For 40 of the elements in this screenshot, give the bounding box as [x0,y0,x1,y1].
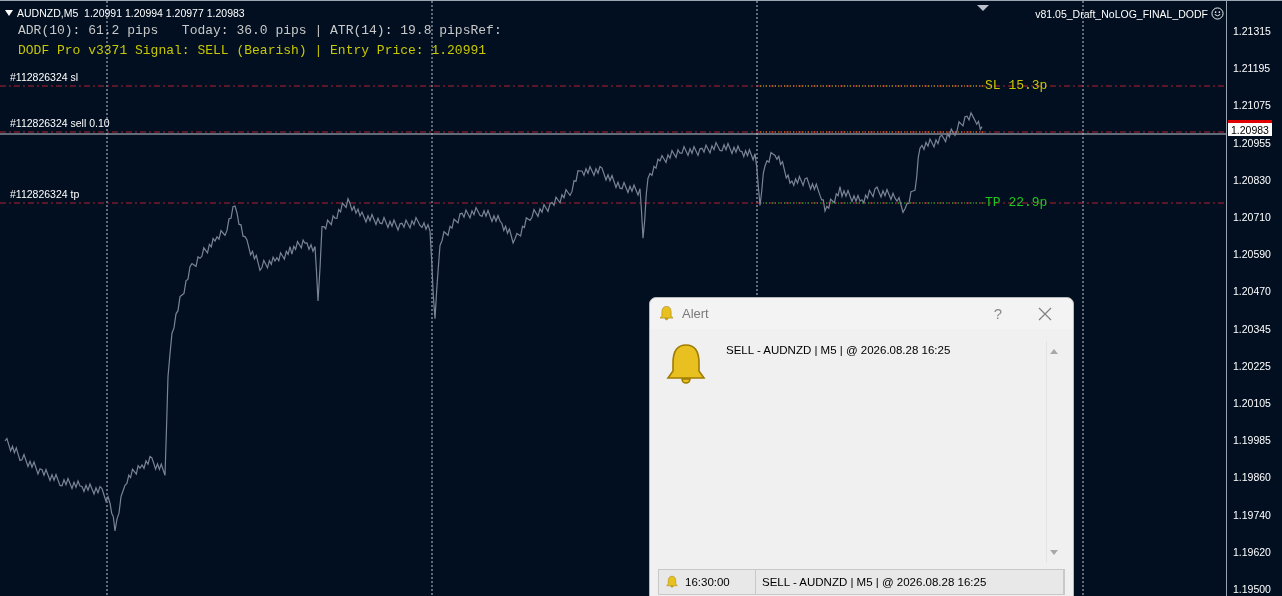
price-label: 1.20955 [1233,136,1271,149]
price-label: 1.20830 [1233,173,1271,186]
price-label: 1.20710 [1233,211,1271,223]
dropdown-caret-icon[interactable] [5,10,13,16]
price-label: 1.19985 [1233,434,1271,447]
price-label: 1.19860 [1233,471,1271,484]
indicator-text: ADR(10): 61.2 pips Today: 36.0 pips | ATR(14): 19.8 pipsRef: [17,22,503,40]
scrollbar[interactable] [1046,341,1061,563]
alert-history-message: SELL - AUDNZD | M5 | @ 2026.08.28 16:25 [756,570,1064,594]
symbol-header: AUDNZD,M5 1.20991 1.20994 1.20977 1.20983 [17,7,245,19]
shift-marker-icon[interactable] [977,5,989,11]
price-label: 1.19500 [1233,583,1271,595]
scroll-down-icon[interactable] [1050,550,1058,555]
order-label: #112826324 sl [10,71,79,83]
current-price-tag: 1.20983 [1228,120,1272,136]
price-label: 1.21075 [1233,99,1271,112]
alert-time: 16:30:00 [659,570,756,594]
level-label: TP 22.9p [985,195,1048,210]
price-label: 1.20470 [1233,285,1271,298]
smiley-icon[interactable] [1211,7,1224,20]
expert-name: v81.05_Draft_NoLOG_FINAL_DODF [1035,7,1208,20]
history-row[interactable]: 16:30:00 SELL - AUDNZD | M5 | @ 2026.08.28 16:25 [658,569,1065,595]
alert-message: SELL - AUDNZD | M5 | @ 2026.08.28 16:25 [725,343,952,358]
price-label: 1.21195 [1233,62,1271,75]
price-label: 1.20105 [1233,397,1271,409]
price-label: 1.21315 [1233,25,1271,37]
price-label: 1.20345 [1233,322,1271,335]
bell-icon [658,305,675,322]
order-label: #112826324 sell 0.10 [10,117,110,129]
scroll-up-icon[interactable] [1050,349,1058,354]
close-icon[interactable] [1038,306,1052,321]
dialog-title: Alert [682,306,710,321]
indicator-text: DODF Pro v3371 Signal: SELL (Bearish) | Entry Price: 1.20991 [17,42,488,60]
order-label: #112826324 tp [10,188,80,200]
price-label: 1.20225 [1233,359,1271,372]
level-label: SL 15.3p [985,78,1048,93]
price-label: 1.20590 [1233,248,1271,261]
bell-icon [665,575,679,589]
price-label: 1.19620 [1233,545,1271,558]
price-label: 1.19740 [1233,508,1271,521]
